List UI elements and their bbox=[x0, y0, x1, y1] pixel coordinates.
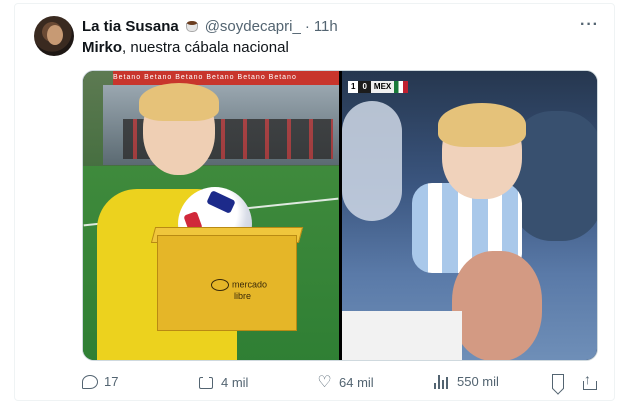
child-hair bbox=[139, 83, 219, 121]
bookmark-button[interactable] bbox=[552, 374, 564, 389]
man-face bbox=[452, 251, 542, 360]
media-photo-left[interactable]: Betano Betano Betano Betano Betano Betan… bbox=[83, 71, 339, 360]
repost-button[interactable]: 4 mil bbox=[198, 374, 248, 391]
share-icon bbox=[582, 371, 598, 390]
tweet-actions: 17 4 mil ♡ 64 mil 550 mil bbox=[82, 371, 602, 394]
mexico-flag-icon bbox=[394, 81, 409, 93]
repost-count: 4 mil bbox=[221, 375, 249, 390]
tweet-text-rest: , nuestra cábala nacional bbox=[122, 39, 289, 56]
repost-icon bbox=[198, 374, 215, 391]
tweet-header: La tia Susana @soydecapri_ · 11h bbox=[82, 16, 338, 36]
avatar-face bbox=[47, 25, 63, 45]
like-button[interactable]: ♡ 64 mil bbox=[316, 374, 374, 391]
media-photo-right[interactable]: 1 0 MEX bbox=[342, 71, 597, 360]
heart-icon: ♡ bbox=[317, 374, 332, 391]
reply-count: 17 bbox=[104, 374, 119, 389]
author-handle[interactable]: @soydecapri_ bbox=[205, 18, 301, 35]
media-grid: Betano Betano Betano Betano Betano Betan… bbox=[82, 70, 598, 361]
child-hair-right bbox=[438, 103, 526, 147]
tweet-timestamp[interactable]: 11h bbox=[314, 18, 338, 35]
header-separator: · bbox=[304, 17, 310, 35]
coffee-cup-emoji-icon bbox=[183, 18, 201, 34]
views-chart-icon bbox=[434, 374, 451, 389]
author-name[interactable]: La tia Susana bbox=[82, 18, 179, 35]
reply-icon bbox=[82, 374, 98, 389]
score-away-team: MEX bbox=[370, 81, 395, 93]
sponsor-banner: Betano Betano Betano Betano Betano Betan… bbox=[113, 71, 339, 85]
bookmark-icon bbox=[552, 374, 564, 389]
score-away-goals: 0 bbox=[358, 81, 371, 93]
score-home: 1 bbox=[348, 81, 359, 93]
box-logo-line1: mercado bbox=[232, 279, 268, 290]
box-logo: mercado libre bbox=[211, 279, 291, 301]
views-button[interactable]: 550 mil bbox=[434, 374, 499, 389]
views-count: 550 mil bbox=[457, 374, 499, 389]
author-avatar[interactable] bbox=[34, 16, 74, 56]
reply-button[interactable]: 17 bbox=[82, 374, 118, 389]
handshake-logo-icon bbox=[211, 279, 229, 291]
crowd-fan-left bbox=[342, 101, 402, 221]
box-logo-line2: libre bbox=[234, 291, 252, 301]
tweet-text: Mirko, nuestra cábala nacional bbox=[82, 39, 289, 56]
score-bug: 1 0 MEX bbox=[348, 81, 409, 93]
tweet-text-bold: Mirko bbox=[82, 39, 123, 56]
more-options-icon[interactable]: ··· bbox=[580, 16, 599, 34]
share-button[interactable] bbox=[582, 371, 598, 390]
like-count: 64 mil bbox=[339, 375, 374, 390]
man-shirt bbox=[342, 311, 462, 360]
